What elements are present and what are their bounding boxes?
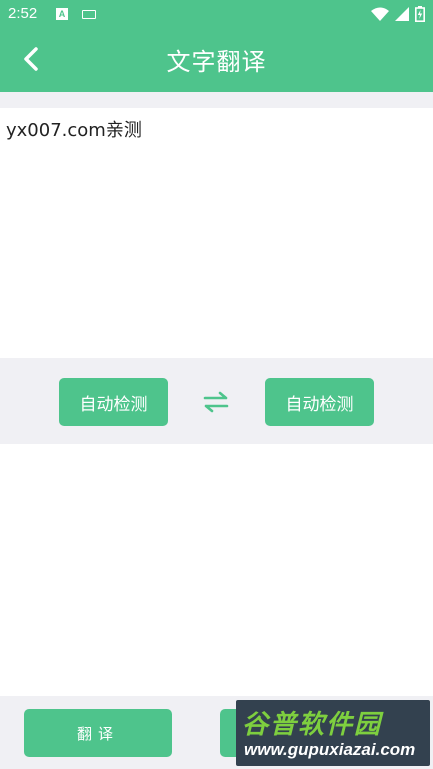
wifi-icon [371,7,389,21]
source-text: yx007.com亲测 [6,120,142,141]
watermark-url: www.gupuxiazai.com [244,740,416,759]
language-selector-bar: 自动检测 自动检测 [0,358,433,444]
battery-icon [415,6,425,22]
target-language-button[interactable]: 自动检测 [265,378,374,426]
keyboard-icon [82,10,96,19]
translation-output [0,444,433,696]
signal-icon [395,7,409,21]
source-language-button[interactable]: 自动检测 [59,378,168,426]
watermark-title: 谷普软件园 [242,710,383,740]
translate-button[interactable]: 翻译 [24,709,172,757]
status-time: 2:52 [8,5,38,22]
status-indicators [371,6,425,22]
swap-arrows-icon[interactable] [202,388,230,416]
source-text-input[interactable]: yx007.com亲测 [0,108,433,358]
a-notification-icon: A [56,8,68,20]
watermark-logo: 谷普软件园 www.gupuxiazai.com [236,700,430,766]
app-header: 2:52 A 文字翻译 [0,0,433,92]
page-title: 文字翻译 [166,48,267,76]
status-bar: 2:52 A [0,0,433,30]
